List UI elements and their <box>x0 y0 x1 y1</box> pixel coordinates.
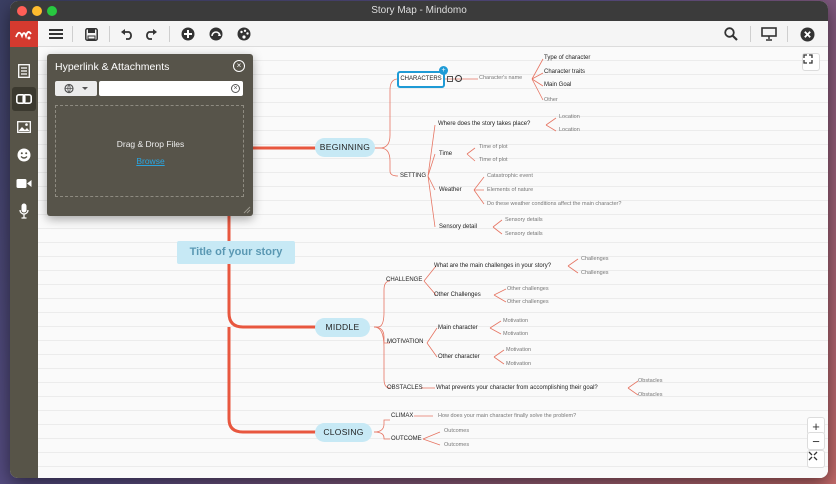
node-location-2[interactable]: Location <box>559 127 580 133</box>
image-icon[interactable] <box>12 115 36 139</box>
node-sensory[interactable]: Sensory detail <box>439 224 477 230</box>
node-time-plot-1[interactable]: Time of plot <box>479 144 508 150</box>
node-where[interactable]: Where does the story takes place? <box>438 121 530 127</box>
redo-icon[interactable] <box>141 24 161 44</box>
resize-handle-icon[interactable] <box>243 206 251 214</box>
topic-closing[interactable]: CLOSING <box>315 423 372 442</box>
node-other-challenges-2[interactable]: Other challenges <box>507 299 549 305</box>
node-other-challenges[interactable]: Other Challenges <box>434 292 481 298</box>
drop-label: Drag & Drop Files <box>116 139 185 149</box>
node-location-1[interactable]: Location <box>559 114 580 120</box>
topic-challenge[interactable]: CHALLENGE <box>386 277 422 283</box>
node-catastrophic[interactable]: Catastrophic event <box>487 173 533 179</box>
node-obstacles-2[interactable]: Obstacles <box>638 392 662 398</box>
search-icon[interactable] <box>721 24 741 44</box>
title-bar: Story Map - Mindomo <box>10 1 828 21</box>
node-main-challenges[interactable]: What are the main challenges in your sto… <box>434 263 551 269</box>
node-characters-name[interactable]: Character's name <box>479 75 522 81</box>
node-outcomes-2[interactable]: Outcomes <box>444 442 469 448</box>
node-motivation-3[interactable]: Motivation <box>506 347 531 353</box>
node-motivation-4[interactable]: Motivation <box>506 361 531 367</box>
topic-outcome[interactable]: OUTCOME <box>391 436 422 442</box>
node-motivation-2[interactable]: Motivation <box>503 331 528 337</box>
node-other-challenges-1[interactable]: Other challenges <box>507 286 549 292</box>
toolbar-separator <box>750 26 751 42</box>
node-challenges-2[interactable]: Challenges <box>581 270 609 276</box>
topic-climax[interactable]: CLIMAX <box>391 413 413 419</box>
emoji-icon[interactable] <box>12 143 36 167</box>
toolbar-separator <box>72 26 73 42</box>
node-other-character[interactable]: Other character <box>438 354 480 360</box>
browse-link[interactable]: Browse <box>56 156 245 166</box>
node-challenges-1[interactable]: Challenges <box>581 256 609 262</box>
add-subtopic-icon[interactable] <box>206 24 226 44</box>
node-motivation-1[interactable]: Motivation <box>503 318 528 324</box>
left-sidebar <box>10 47 38 478</box>
topic-middle[interactable]: MIDDLE <box>315 318 370 337</box>
node-main-character[interactable]: Main character <box>438 325 478 331</box>
app-window: Story Map - Mindomo Title of your story … <box>10 1 828 478</box>
node-char-other[interactable]: Other <box>544 97 558 103</box>
topic-beginning[interactable]: BEGINNING <box>315 138 375 157</box>
add-topic-icon[interactable] <box>178 24 198 44</box>
node-prevents[interactable]: What prevents your character from accomp… <box>436 385 598 391</box>
topic-setting[interactable]: SETTING <box>400 173 426 179</box>
hyperlink-attachments-panel: Hyperlink & Attachments × × Drag & Drop … <box>47 54 253 216</box>
node-elements[interactable]: Elements of nature <box>487 187 533 193</box>
node-sensory-1[interactable]: Sensory details <box>505 217 543 223</box>
microphone-icon[interactable] <box>12 199 36 223</box>
minimize-window-button[interactable] <box>32 6 42 16</box>
toolbar-separator <box>109 26 110 42</box>
toolbar-separator <box>169 26 170 42</box>
panel-title: Hyperlink & Attachments <box>55 61 170 73</box>
fullscreen-icon[interactable] <box>802 53 820 71</box>
link-url-input[interactable] <box>99 81 243 96</box>
node-sensory-2[interactable]: Sensory details <box>505 231 543 237</box>
window-title: Story Map - Mindomo <box>371 5 467 16</box>
node-char-type[interactable]: Type of character <box>544 55 590 61</box>
topic-obstacles[interactable]: OBSTACLES <box>387 385 423 391</box>
presentation-icon[interactable] <box>759 24 779 44</box>
note-indicator-icon <box>447 76 453 82</box>
toolbar <box>10 21 828 47</box>
mindomo-logo-icon <box>10 21 38 47</box>
node-climax-question[interactable]: How does your main character finally sol… <box>438 413 576 419</box>
topic-characters-selected[interactable]: CHARACTERS <box>397 71 445 88</box>
zoom-window-button[interactable] <box>47 6 57 16</box>
node-weather[interactable]: Weather <box>439 187 462 193</box>
file-drop-zone[interactable]: Drag & Drop Files Browse <box>55 105 244 197</box>
video-icon[interactable] <box>12 171 36 195</box>
close-window-button[interactable] <box>17 6 27 16</box>
node-time[interactable]: Time <box>439 151 452 157</box>
zoom-out-button[interactable]: − <box>807 432 825 450</box>
menu-icon[interactable] <box>46 24 66 44</box>
node-outcomes-1[interactable]: Outcomes <box>444 428 469 434</box>
node-obstacles-1[interactable]: Obstacles <box>638 378 662 384</box>
undo-icon[interactable] <box>117 24 137 44</box>
topic-motivation[interactable]: MOTIVATION <box>387 339 423 345</box>
link-icon[interactable] <box>12 87 36 111</box>
globe-link-icon[interactable] <box>455 75 462 82</box>
save-icon[interactable] <box>81 24 101 44</box>
add-subtopic-handle-icon[interactable]: + <box>439 66 448 75</box>
fit-to-screen-icon[interactable] <box>807 450 825 468</box>
close-icon[interactable] <box>797 24 817 44</box>
node-weather-affect[interactable]: Do these weather conditions affect the m… <box>487 201 621 207</box>
toolbar-separator <box>787 26 788 42</box>
clear-input-icon[interactable]: × <box>231 84 240 93</box>
notes-icon[interactable] <box>12 59 36 83</box>
node-char-goal[interactable]: Main Goal <box>544 82 571 88</box>
panel-close-icon[interactable]: × <box>233 60 245 72</box>
link-type-dropdown[interactable] <box>55 81 97 96</box>
central-topic[interactable]: Title of your story <box>177 241 295 264</box>
node-time-plot-2[interactable]: Time of plot <box>479 157 508 163</box>
palette-icon[interactable] <box>234 24 254 44</box>
node-char-traits[interactable]: Character traits <box>544 69 585 75</box>
